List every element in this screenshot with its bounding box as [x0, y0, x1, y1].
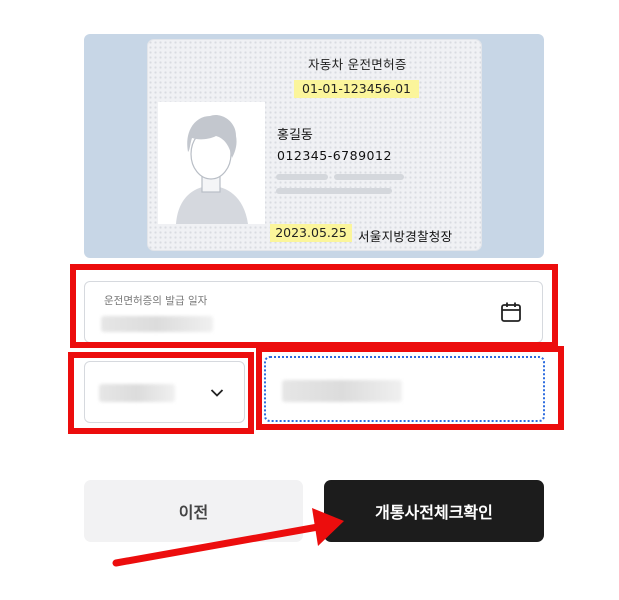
person-silhouette-icon	[176, 114, 248, 224]
license-type-select[interactable]	[84, 361, 245, 423]
holder-id-number: 012345-6789012	[277, 148, 392, 163]
license-card-title: 자동차 운전면허증	[308, 57, 407, 72]
issue-date-value-redacted	[101, 316, 213, 332]
license-number: 01-01-123456-01	[294, 80, 419, 98]
issue-date-label: 운전면허증의 발급 일자	[104, 295, 208, 307]
holder-name: 홍길동	[277, 128, 313, 143]
redacted-line	[276, 174, 328, 180]
issue-date-field[interactable]: 운전면허증의 발급 일자	[84, 281, 543, 343]
redacted-line	[334, 174, 404, 180]
license-illustration: 자동차 운전면허증 01-01-123456-01 홍길동 012345-678…	[84, 34, 544, 258]
redacted-line	[276, 188, 392, 194]
license-serial-input[interactable]	[264, 356, 545, 422]
prev-button[interactable]: 이전	[84, 480, 303, 542]
license-issuer: 서울지방경찰청장	[358, 229, 453, 244]
calendar-icon[interactable]	[499, 300, 523, 324]
serial-value-redacted	[282, 380, 402, 402]
license-card: 자동차 운전면허증 01-01-123456-01 홍길동 012345-678…	[148, 40, 481, 250]
license-issue-date: 2023.05.25	[270, 224, 352, 242]
confirm-check-button[interactable]: 개통사전체크확인	[324, 480, 544, 542]
chevron-down-icon	[210, 389, 224, 397]
select-value-redacted	[99, 384, 175, 402]
license-photo	[158, 102, 265, 224]
